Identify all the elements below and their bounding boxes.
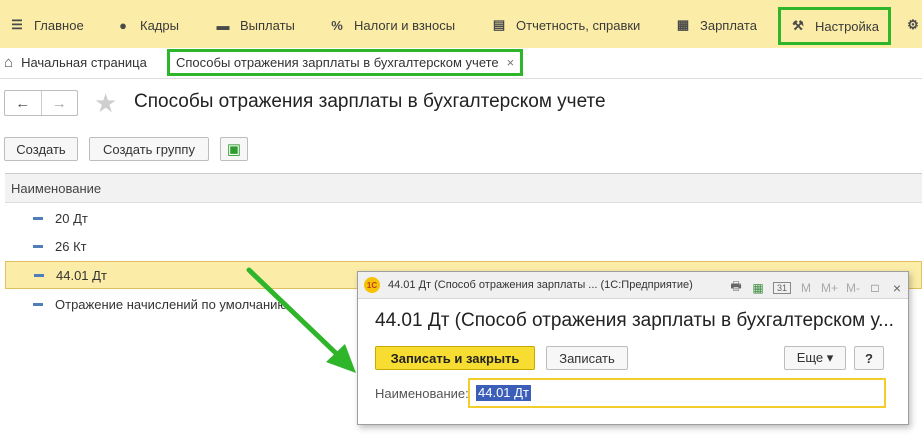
section-settings[interactable]: ⚒ Настройка (778, 7, 891, 45)
tab-salary-methods[interactable]: Способы отражения зарплаты в бухгалтерск… (167, 49, 523, 76)
dialog-window-title: 44.01 Дт (Способ отражения зарплаты ... … (388, 279, 693, 291)
name-field-label: Наименование: (375, 386, 469, 401)
column-header-name[interactable]: Наименование (5, 174, 922, 203)
section-taxes[interactable]: % Налоги и взносы (328, 8, 455, 42)
edit-dialog: 1С 44.01 Дт (Способ отражения зарплаты .… (357, 271, 909, 425)
close-icon[interactable]: × (507, 55, 515, 70)
create-group-button[interactable]: Создать группу (89, 137, 209, 161)
menu-icon: ☰ (11, 17, 23, 32)
list-item-label: 44.01 Дт (56, 267, 107, 283)
calculator-icon[interactable]: ▦ (751, 281, 765, 295)
section-taxes-label: Налоги и взносы (354, 17, 456, 33)
maximize-icon[interactable]: □ (868, 281, 882, 295)
item-marker-icon (33, 216, 43, 220)
favorite-star-icon[interactable]: ★ (94, 88, 117, 119)
documents-icon: ▤ (492, 17, 506, 32)
forward-button[interactable]: → (40, 91, 78, 115)
item-marker-icon (33, 244, 43, 248)
section-personnel[interactable]: ● Кадры (114, 8, 179, 42)
section-payments-label: Выплаты (240, 17, 295, 33)
memory-icon[interactable]: M (799, 281, 813, 295)
section-reports[interactable]: ▤ Отчетность, справки (490, 8, 640, 42)
name-input-value: 44.01 Дт (476, 385, 531, 401)
users-icon: ● (119, 17, 127, 33)
section-payments[interactable]: ▬ Выплаты (214, 8, 295, 42)
list-item[interactable]: 26 Кт (5, 232, 922, 260)
calculator-icon: ▦ (676, 17, 690, 32)
wrench-icon: ⚒ (792, 18, 804, 33)
page-title: Способы отражения зарплаты в бухгалтерск… (134, 91, 606, 112)
tab-home-label: Начальная страница (21, 54, 147, 70)
memory-plus-icon[interactable]: M+ (821, 281, 838, 295)
wallet-icon: ▬ (216, 17, 230, 33)
create-button[interactable]: Создать (4, 137, 78, 161)
save-button[interactable]: Записать (546, 346, 628, 370)
item-marker-icon (34, 273, 44, 277)
history-navigation: ← → (4, 90, 78, 116)
gear-icon: ⚙ (907, 17, 919, 32)
section-main[interactable]: ☰ Главное (8, 8, 84, 42)
list-item-label: Отражение начислений по умолчанию (55, 296, 288, 312)
list-item-label: 20 Дт (55, 210, 88, 226)
excel-export-icon[interactable]: ▣ (220, 137, 248, 161)
memory-minus-icon[interactable]: M- (846, 281, 860, 295)
section-personnel-label: Кадры (140, 17, 179, 33)
percent-icon: % (331, 17, 343, 33)
open-tabs-bar: ⌂ Начальная страница Способы отражения з… (0, 48, 922, 79)
section-main-label: Главное (34, 17, 84, 33)
save-and-close-button[interactable]: Записать и закрыть (375, 346, 535, 370)
help-button[interactable]: ? (854, 346, 884, 370)
tab-home[interactable]: ⌂ Начальная страница (4, 50, 147, 74)
home-icon: ⌂ (4, 53, 14, 71)
tab-salary-methods-label: Способы отражения зарплаты в бухгалтерск… (176, 55, 499, 70)
list-item-label: 26 Кт (55, 238, 87, 254)
section-settings-label: Настройка (815, 18, 879, 34)
section-salary[interactable]: ▦ Зарплата (674, 8, 757, 42)
sections-panel: ☰ Главное ● Кадры ▬ Выплаты % Налоги и в… (0, 0, 922, 48)
item-marker-icon (33, 302, 43, 306)
name-input[interactable]: 44.01 Дт (468, 378, 886, 408)
gear-button[interactable]: ⚙ (904, 8, 922, 42)
calendar-icon[interactable]: 31 (772, 281, 791, 294)
section-reports-label: Отчетность, справки (516, 17, 641, 33)
back-button[interactable]: ← (5, 91, 41, 115)
app-logo-icon: 1С (364, 277, 380, 293)
print-icon[interactable]: 🖶 (729, 277, 743, 298)
dialog-titlebar: 1С 44.01 Дт (Способ отражения зарплаты .… (358, 272, 908, 299)
more-menu-button[interactable]: Еще ▾ (784, 346, 846, 370)
close-icon[interactable]: × (890, 280, 904, 296)
dialog-heading: 44.01 Дт (Способ отражения зарплаты в бу… (375, 310, 894, 331)
section-salary-label: Зарплата (700, 17, 757, 33)
list-item[interactable]: 20 Дт (5, 204, 922, 232)
